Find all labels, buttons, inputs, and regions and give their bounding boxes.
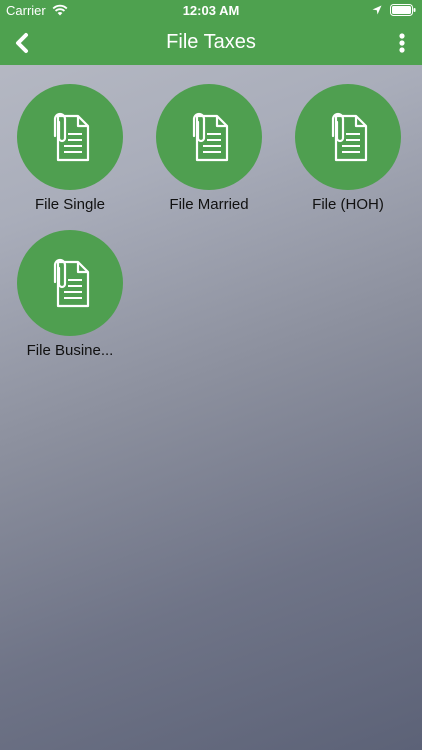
document-paperclip-icon xyxy=(331,112,368,162)
status-bar: Carrier 12:03 AM xyxy=(0,0,422,22)
tile-file-married[interactable]: File Married xyxy=(144,84,274,213)
document-paperclip-icon xyxy=(53,258,90,308)
document-paperclip-icon xyxy=(53,112,90,162)
document-paperclip-icon xyxy=(192,112,229,162)
tile-circle xyxy=(17,84,123,190)
tile-file-single[interactable]: File Single xyxy=(5,84,135,213)
tile-label: File Married xyxy=(169,196,249,213)
location-arrow-icon xyxy=(372,5,382,15)
tile-circle xyxy=(295,84,401,190)
clock: 12:03 AM xyxy=(182,3,240,18)
top-bar: Carrier 12:03 AM File Taxes xyxy=(0,0,422,65)
more-menu-button[interactable] xyxy=(392,30,412,56)
nav-bar: File Taxes xyxy=(0,22,422,65)
tile-label: File (HOH) xyxy=(312,196,384,213)
page-title: File Taxes xyxy=(166,31,256,53)
tile-circle xyxy=(156,84,262,190)
tile-circle xyxy=(17,230,123,336)
battery-icon xyxy=(390,4,416,16)
tile-label: File Busine... xyxy=(26,342,114,359)
vertical-ellipsis-icon xyxy=(399,33,405,53)
tile-file-hoh[interactable]: File (HOH) xyxy=(283,84,413,213)
tile-file-business[interactable]: File Busine... xyxy=(5,230,135,359)
tile-label: File Single xyxy=(34,196,106,213)
